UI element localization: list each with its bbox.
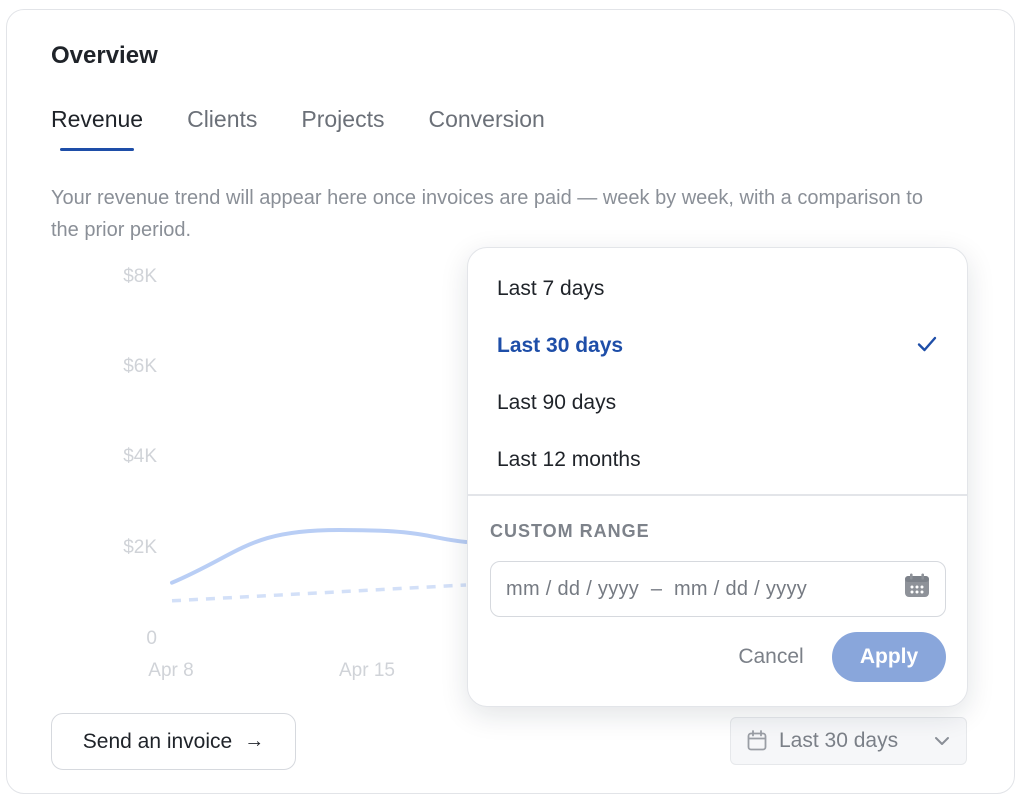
calendar-icon xyxy=(747,730,767,752)
empty-state-description: Your revenue trend will appear here once… xyxy=(51,187,923,241)
tab-bar: Revenue Clients Projects Conversion xyxy=(51,106,589,151)
send-invoice-label: Send an invoice xyxy=(82,729,233,753)
card-title: Overview xyxy=(51,42,158,69)
apply-button[interactable]: Apply xyxy=(832,632,946,682)
date-range-trigger-label: Last 30 days xyxy=(779,729,899,752)
range-option-label: Last 30 days xyxy=(497,334,624,357)
range-option-last-90-days[interactable]: Last 90 days xyxy=(497,383,937,423)
range-option-label: Last 90 days xyxy=(497,391,617,414)
chevron-down-icon xyxy=(934,736,950,746)
checkmark-icon xyxy=(917,334,937,358)
calendar-icon[interactable] xyxy=(904,573,930,605)
popover-divider xyxy=(468,494,967,496)
range-option-label: Last 12 months xyxy=(497,448,641,471)
range-option-last-12-months[interactable]: Last 12 months xyxy=(497,440,937,480)
cancel-button[interactable]: Cancel xyxy=(716,634,826,680)
range-option-label: Last 7 days xyxy=(497,277,605,300)
custom-range-heading: CUSTOM RANGE xyxy=(490,521,650,541)
tab-projects[interactable]: Projects xyxy=(301,106,384,151)
date-range-placeholder: mm / dd / yyyy – mm / dd / yyyy xyxy=(506,577,808,600)
send-invoice-button[interactable]: Send an invoice → xyxy=(51,713,296,770)
date-range-popover: Last 7 days Last 30 days Last 90 days La… xyxy=(467,247,968,707)
tab-clients[interactable]: Clients xyxy=(187,106,257,151)
arrow-right-icon: → xyxy=(244,730,265,752)
range-option-last-7-days[interactable]: Last 7 days xyxy=(497,269,937,309)
date-range-trigger[interactable]: Last 30 days xyxy=(730,717,967,765)
tab-conversion[interactable]: Conversion xyxy=(428,106,544,151)
tab-revenue[interactable]: Revenue xyxy=(51,106,143,151)
custom-date-range-input[interactable]: mm / dd / yyyy – mm / dd / yyyy xyxy=(490,561,946,617)
range-option-last-30-days[interactable]: Last 30 days xyxy=(497,326,937,366)
